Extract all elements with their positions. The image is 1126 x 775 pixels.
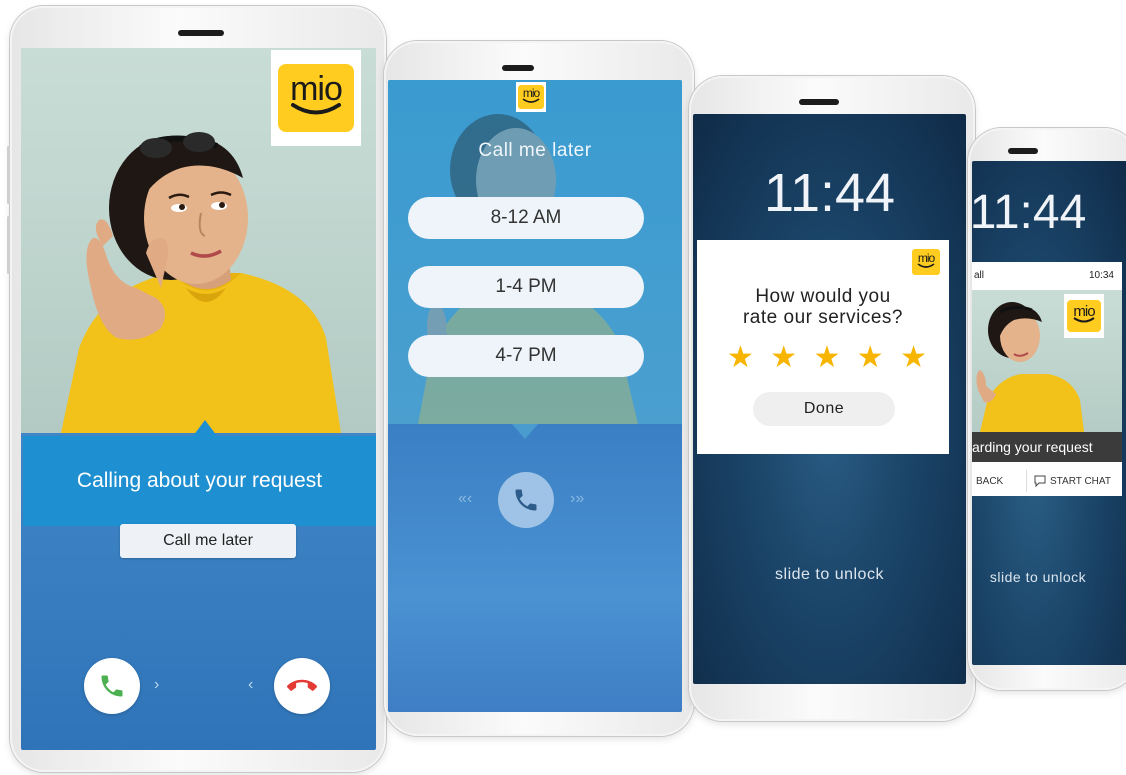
smile-icon [917, 262, 935, 268]
slide-to-unlock[interactable]: slide to unlock [693, 566, 966, 584]
done-label: Done [803, 400, 845, 417]
phone-speaker [799, 99, 839, 105]
time-option-label: 8-12 AM [490, 207, 562, 228]
caller-photo: mio [972, 290, 1122, 432]
call-me-later-button[interactable]: Call me later [120, 524, 296, 558]
notification-banner: arding your request [972, 432, 1122, 462]
volume-button [7, 146, 10, 204]
left-arrows-icon: «‹ [458, 490, 473, 507]
lock-screen-rating: 11:44 mio How would you rate our service… [693, 114, 966, 684]
phone-accept-icon [101, 675, 123, 697]
phone-decline-icon [287, 679, 317, 691]
time-option-label: 1-4 PM [495, 276, 557, 297]
mio-logo: mio [518, 85, 544, 109]
mio-logo: mio [1067, 300, 1101, 332]
notification-banner-text: arding your request [972, 439, 1093, 455]
star-icon[interactable]: ★ [900, 343, 927, 373]
call-later-title: Call me later [478, 140, 592, 161]
call-me-later-label: Call me later [163, 532, 253, 549]
time-option-4-7pm[interactable]: 4-7 PM [408, 335, 644, 377]
decline-call-button[interactable] [274, 658, 330, 714]
action-divider [1026, 470, 1027, 492]
call-back-action[interactable]: BACK [976, 476, 1003, 487]
star-rating[interactable]: ★ ★ ★ ★ ★ [727, 343, 927, 373]
notification-actions: BACK START CHAT [972, 466, 1122, 496]
phone-speaker [502, 65, 534, 71]
volume-button [7, 216, 10, 274]
smile-icon [1073, 316, 1095, 322]
rating-question-line1: How would you [755, 286, 891, 307]
rating-question-line2: rate our services? [742, 307, 903, 328]
phone-rating: 11:44 mio How would you rate our service… [689, 76, 975, 721]
lock-clock: 11:44 [763, 163, 896, 223]
lock-screen-notification: 11:44 all 10:34 mio arding your request … [972, 161, 1126, 665]
time-option-label: 4-7 PM [495, 345, 557, 366]
notification-title: all [974, 270, 985, 281]
calling-banner: Calling about your request [23, 436, 376, 526]
call-later-screen: mio Call me later 8-12 AM 1-4 PM 4-7 PM … [388, 80, 682, 712]
phone-icon [515, 489, 537, 511]
section-pointer [512, 424, 538, 439]
done-button[interactable]: Done [753, 392, 895, 426]
mio-logo-tile: mio [271, 50, 361, 146]
phone-call-later: mio Call me later 8-12 AM 1-4 PM 4-7 PM … [384, 41, 694, 736]
time-option-8-12am[interactable]: 8-12 AM [408, 197, 644, 239]
lock-clock: 11:44 [972, 186, 1087, 239]
chevron-right-icon: › [154, 676, 160, 693]
slider-area [388, 424, 682, 712]
star-icon[interactable]: ★ [857, 343, 884, 373]
mio-logo: mio [278, 64, 354, 132]
logo-text: mio [290, 70, 343, 108]
calling-banner-text: Calling about your request [76, 469, 323, 492]
notification-header: all 10:34 [972, 262, 1122, 290]
chat-icon [1034, 475, 1046, 487]
phone-lock-notification: 11:44 all 10:34 mio arding your request … [968, 128, 1126, 690]
mio-logo: mio [912, 249, 940, 275]
time-option-1-4pm[interactable]: 1-4 PM [408, 266, 644, 308]
phone-speaker [178, 30, 224, 36]
slide-to-unlock[interactable]: slide to unlock [972, 569, 1116, 585]
chevron-left-icon: ‹ [248, 676, 254, 693]
mio-logo-tile: mio [911, 248, 941, 276]
star-icon[interactable]: ★ [770, 343, 797, 373]
accept-call-button[interactable] [84, 658, 140, 714]
incoming-call-screen: mio Calling about your request Call me l… [21, 48, 376, 750]
notification-time: 10:34 [1088, 270, 1114, 281]
star-icon[interactable]: ★ [727, 343, 754, 373]
star-icon[interactable]: ★ [814, 343, 841, 373]
smile-icon [291, 103, 341, 115]
phone-speaker [1008, 148, 1038, 154]
call-notification[interactable]: all 10:34 mio arding your request BACK S… [972, 262, 1122, 496]
rating-question: How would you rate our services? [697, 286, 949, 328]
smile-icon [522, 97, 540, 103]
phone-incoming-call: mio Calling about your request Call me l… [7, 6, 386, 772]
mio-logo-tile: mio [516, 82, 546, 112]
banner-pointer [193, 420, 217, 436]
start-chat-action[interactable]: START CHAT [1050, 476, 1111, 487]
mio-logo-tile: mio [1064, 294, 1104, 338]
slide-call-button[interactable] [498, 472, 554, 528]
rating-dialog: mio How would you rate our services? ★ ★… [697, 240, 949, 454]
right-arrows-icon: ›» [570, 490, 585, 507]
